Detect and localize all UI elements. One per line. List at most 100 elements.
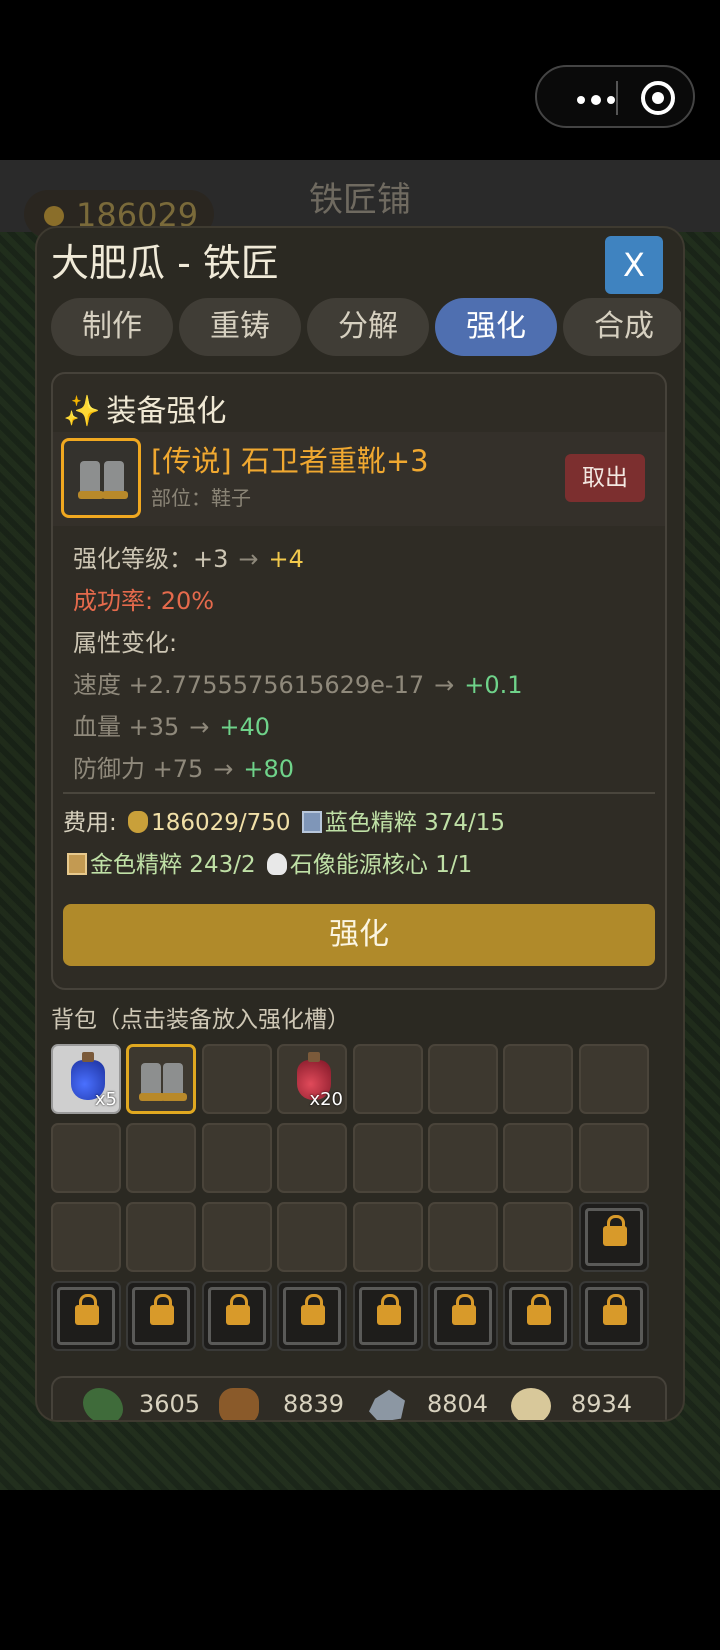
ore-icon	[369, 1389, 405, 1420]
backpack-slot[interactable]	[579, 1123, 649, 1193]
blacksmith-modal: 大肥瓜 - 铁匠 X 制作 重铸 分解 强化 合成 ✨ 装备强化 [传说] 石卫者…	[35, 226, 685, 1422]
locked-slot[interactable]	[277, 1281, 347, 1351]
backpack-slot[interactable]	[51, 1202, 121, 1272]
cost-blue-essence: 蓝色精粹 374/15	[324, 810, 506, 836]
backpack-slot[interactable]	[353, 1123, 423, 1193]
close-button[interactable]: X	[605, 236, 663, 294]
lock-icon	[377, 1294, 401, 1325]
cost-core: 石像能源核心 1/1	[289, 852, 473, 878]
wood-amount: 8839	[283, 1390, 345, 1418]
backpack-slot[interactable]	[126, 1044, 196, 1114]
locked-slot[interactable]	[579, 1281, 649, 1351]
attr-to: +40	[219, 713, 271, 741]
item-qty: x5	[94, 1089, 117, 1110]
attr-change-label: 属性变化:	[73, 629, 178, 657]
locked-slot[interactable]	[428, 1281, 498, 1351]
enhance-panel: ✨ 装备强化 [传说] 石卫者重靴+3 部位：鞋子 取出 强化等级：+3 → +4 成…	[51, 372, 667, 990]
backpack-slot[interactable]	[503, 1123, 573, 1193]
attr-row: 防御力 +75 → +80	[73, 748, 523, 790]
enhance-button[interactable]: 强化	[63, 904, 655, 966]
mini-program-capsule	[535, 65, 695, 128]
attr-to: +0.1	[464, 671, 523, 699]
gold-essence-icon	[67, 853, 87, 875]
attr-row: 速度 +2.7755575615629e-17 → +0.1	[73, 664, 523, 706]
cost-gold: 186029/750	[151, 810, 291, 836]
modal-title: 大肥瓜 - 铁匠	[51, 241, 279, 285]
tab-enhance[interactable]: 强化	[435, 298, 557, 356]
sparkles-icon: ✨	[63, 394, 101, 429]
backpack-slot[interactable]	[51, 1123, 121, 1193]
cost-line-2: 金色精粹 243/2 石像能源核心 1/1	[63, 844, 505, 886]
backpack-slot[interactable]	[428, 1123, 498, 1193]
backpack-title: 背包（点击装备放入强化槽）	[51, 1007, 350, 1033]
backpack-slot[interactable]	[353, 1044, 423, 1114]
backpack-slot[interactable]	[202, 1044, 272, 1114]
locked-slot[interactable]	[126, 1281, 196, 1351]
backpack-slot[interactable]	[428, 1044, 498, 1114]
capsule-divider	[616, 81, 618, 115]
backpack-slot[interactable]	[126, 1202, 196, 1272]
lock-icon	[226, 1294, 250, 1325]
bottom-area	[0, 1490, 720, 1650]
cost-line-1: 费用: 186029/750 蓝色精粹 374/15	[63, 802, 505, 844]
lock-icon	[150, 1294, 174, 1325]
arrow-icon: →	[434, 671, 455, 699]
backpack-slot[interactable]	[503, 1202, 573, 1272]
divider	[63, 792, 655, 794]
cost-gold-essence: 金色精粹 243/2	[90, 852, 256, 878]
ore-amount: 8804	[427, 1390, 489, 1418]
take-out-button[interactable]: 取出	[565, 454, 645, 502]
attr-name: 血量	[73, 713, 121, 741]
coin-icon	[44, 206, 64, 226]
tab-synthesize[interactable]: 合成	[563, 298, 681, 356]
attr-from: +75	[152, 755, 204, 783]
money-bag-icon	[128, 811, 149, 833]
cloth-icon	[511, 1388, 551, 1420]
level-label: 强化等级：	[73, 545, 193, 573]
locked-slot[interactable]	[503, 1281, 573, 1351]
tab-dismantle[interactable]: 分解	[307, 298, 429, 356]
backpack-slot[interactable]	[579, 1044, 649, 1114]
attr-from: +35	[128, 713, 180, 741]
locked-slot[interactable]	[51, 1281, 121, 1351]
locked-slot[interactable]	[579, 1202, 649, 1272]
success-rate: 成功率: 20%	[73, 587, 215, 615]
cloth-amount: 8934	[571, 1390, 633, 1418]
item-name: [传说] 石卫者重靴+3	[151, 444, 429, 478]
boots-icon	[102, 461, 128, 499]
lock-icon	[603, 1294, 627, 1325]
backpack-slot[interactable]	[353, 1202, 423, 1272]
backpack-slot[interactable]	[202, 1123, 272, 1193]
backpack-slot[interactable]	[277, 1202, 347, 1272]
lock-icon	[301, 1294, 325, 1325]
locked-slot[interactable]	[202, 1281, 272, 1351]
enhance-stats: 强化等级：+3 → +4 成功率: 20% 属性变化: 速度 +2.77555756…	[73, 538, 523, 790]
panel-title-text: 装备强化	[106, 394, 227, 429]
backpack-slot[interactable]	[126, 1123, 196, 1193]
skull-icon	[266, 853, 287, 875]
panel-title: ✨ 装备强化	[63, 386, 226, 430]
backpack-slot[interactable]	[503, 1044, 573, 1114]
blue-essence-icon	[301, 811, 322, 833]
tab-reforge[interactable]: 重铸	[179, 298, 301, 356]
level-row: 强化等级：+3 → +4	[73, 538, 523, 580]
more-menu-icon[interactable]	[577, 95, 615, 105]
backpack-slot[interactable]	[277, 1123, 347, 1193]
arrow-icon: →	[189, 713, 210, 741]
wood-log-icon	[219, 1388, 259, 1420]
close-miniprogram-icon[interactable]	[641, 81, 675, 115]
locked-slot[interactable]	[353, 1281, 423, 1351]
level-to: +4	[268, 545, 304, 573]
attr-row: 血量 +35 → +40	[73, 706, 523, 748]
resource-bar: 3605 8839 8804 8934	[51, 1376, 667, 1420]
level-from: +3	[193, 545, 229, 573]
item-part: 部位：鞋子	[151, 486, 251, 510]
attr-name: 速度	[73, 671, 121, 699]
enhance-slot[interactable]	[61, 438, 141, 518]
backpack-slot[interactable]	[202, 1202, 272, 1272]
backpack-slot[interactable]: x20	[277, 1044, 347, 1114]
backpack-slot[interactable]: x5	[51, 1044, 121, 1114]
backpack-slot[interactable]	[428, 1202, 498, 1272]
attr-name: 防御力	[73, 755, 145, 783]
tab-craft[interactable]: 制作	[51, 298, 173, 356]
